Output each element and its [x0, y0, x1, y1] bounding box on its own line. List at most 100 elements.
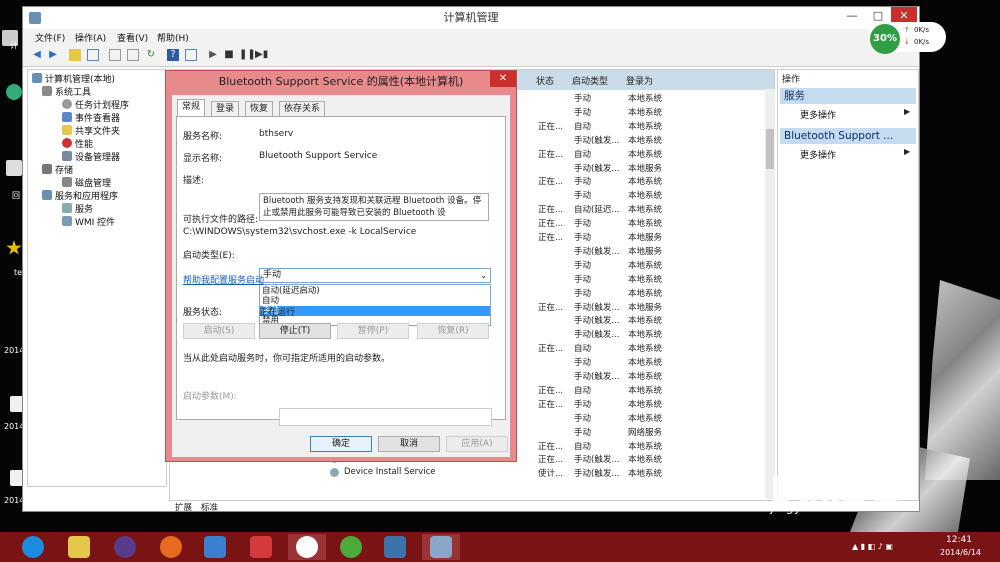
row-logon: 本地系统: [628, 260, 663, 271]
row-status: 正在...: [538, 233, 564, 243]
row-startup-type: 自动: [574, 149, 592, 160]
row-logon: 本地系统: [628, 121, 663, 132]
refresh-icon[interactable]: ↻: [145, 49, 157, 61]
tab-extended[interactable]: 扩展: [175, 501, 192, 513]
taskbar-media[interactable]: [106, 534, 144, 560]
menu-file[interactable]: 文件(F): [35, 31, 65, 44]
description-text[interactable]: Bluetooth 服务支持发现和关联远程 Bluetooth 设备。停止或禁用…: [259, 193, 489, 221]
tree-disk-management[interactable]: 磁盘管理: [62, 176, 111, 189]
tree-label: 系统工具: [55, 88, 92, 98]
dialog-close-button[interactable]: ✕: [490, 71, 516, 87]
action-more-2[interactable]: 更多操作: [800, 148, 836, 161]
properties-icon[interactable]: [109, 49, 121, 61]
taskbar-sogou[interactable]: [288, 534, 326, 560]
tab-logon[interactable]: 登录: [211, 101, 240, 116]
taskbar-explorer[interactable]: [60, 534, 98, 560]
menu-action[interactable]: 操作(A): [75, 31, 106, 44]
taskbar-parrot[interactable]: [332, 534, 370, 560]
row-status: 正在...: [538, 219, 564, 230]
start-params-hint: 当从此处启动服务时，你可指定所适用的启动参数。: [183, 354, 391, 364]
arrow-right-icon: ▶: [904, 107, 911, 116]
tree-services[interactable]: 服务: [62, 202, 93, 215]
tray-icons[interactable]: ▲ ▮ ◧ ♪ ▣: [852, 542, 893, 551]
tree-event-viewer[interactable]: 事件查看器: [62, 111, 120, 124]
row-startup-type: 手动: [574, 177, 592, 188]
clock-date[interactable]: 2014/6/14: [940, 548, 981, 557]
action-more-1[interactable]: 更多操作: [800, 108, 836, 121]
display-name-value: Bluetooth Support Service: [259, 151, 378, 161]
tab-recovery[interactable]: 恢复: [245, 101, 274, 116]
tree-system-tools[interactable]: 系统工具: [42, 85, 91, 98]
dialog-title[interactable]: Bluetooth Support Service 的属性(本地计算机): [166, 71, 516, 93]
start-button[interactable]: 启动(S): [183, 323, 255, 339]
scroll-thumb[interactable]: [766, 129, 774, 169]
row-logon: 本地系统: [628, 344, 663, 355]
tree-label: 计算机管理(本地): [45, 75, 116, 85]
pause-service-icon[interactable]: ❚❚: [239, 49, 256, 61]
column-startup-type[interactable]: 启动类型: [572, 74, 608, 87]
desktop-icon-recycle[interactable]: [6, 160, 22, 176]
network-gauge[interactable]: 30% ↑ 0K/s ↓ 0K/s: [868, 22, 946, 54]
pause-button[interactable]: 暂停(P): [337, 323, 409, 339]
apply-button[interactable]: 应用(A): [446, 436, 508, 452]
vertical-scrollbar[interactable]: [765, 89, 775, 499]
stop-service-icon[interactable]: ■: [223, 49, 235, 61]
row-logon: 本地系统: [628, 288, 663, 299]
row-startup-type: 手动(触发...: [574, 246, 620, 257]
upload-speed: 0K/s: [914, 26, 930, 34]
tree-device-manager[interactable]: 设备管理器: [62, 150, 120, 163]
row-status: 正在...: [538, 385, 564, 396]
tree-shared-folders[interactable]: 共享文件夹: [62, 124, 120, 137]
tree-services-apps[interactable]: 服务和应用程序: [42, 189, 118, 202]
help-icon[interactable]: ?: [167, 49, 179, 61]
tree-wmi[interactable]: WMI 控件: [62, 215, 115, 228]
row-status: 正在...: [538, 399, 564, 410]
start-params-input[interactable]: [279, 408, 492, 426]
taskbar-tool[interactable]: [242, 534, 280, 560]
taskbar-firefox[interactable]: [152, 534, 190, 560]
tree-task-scheduler[interactable]: 任务计划程序: [62, 98, 129, 111]
clock-time[interactable]: 12:41: [946, 535, 972, 545]
taskbar-ie[interactable]: [14, 534, 52, 560]
tree-storage[interactable]: 存储: [42, 163, 73, 176]
menu-view[interactable]: 查看(V): [117, 31, 148, 44]
tree-label: 设备管理器: [75, 153, 121, 163]
restart-service-icon[interactable]: ▶▮: [255, 49, 268, 61]
stop-button[interactable]: 停止(T): [259, 323, 331, 339]
desktop-icon-network[interactable]: [6, 84, 22, 100]
show-tree-icon[interactable]: [87, 49, 99, 61]
menubar: 文件(F) 操作(A) 查看(V) 帮助(H): [23, 29, 919, 45]
display-name-label: 显示名称:: [183, 154, 223, 164]
tab-dependencies[interactable]: 依存关系: [279, 101, 326, 116]
minimize-button[interactable]: —: [839, 7, 865, 25]
window-titlebar[interactable]: 计算机管理 — □ ✕: [23, 7, 919, 29]
row-startup-type: 手动(触发...: [574, 302, 620, 313]
menu-help[interactable]: 帮助(H): [157, 31, 189, 44]
back-icon[interactable]: ◀: [31, 49, 43, 61]
tree-performance[interactable]: 性能: [62, 137, 93, 150]
column-status[interactable]: 状态: [536, 74, 554, 87]
action-section-services[interactable]: 服务: [780, 88, 916, 104]
star-icon[interactable]: [6, 240, 22, 255]
start-service-icon[interactable]: ▶: [207, 49, 219, 61]
resume-button[interactable]: 恢复(R): [417, 323, 489, 339]
help-configure-link[interactable]: 帮助我配置服务启动: [183, 273, 264, 286]
export-icon[interactable]: [127, 49, 139, 61]
taskbar-app[interactable]: [196, 534, 234, 560]
shared-folder-icon: [62, 125, 72, 135]
taskbar-python[interactable]: [376, 534, 414, 560]
ok-button[interactable]: 确定: [310, 436, 372, 452]
startup-type-select[interactable]: 手动 ⌄: [259, 268, 491, 283]
action-section-bluetooth[interactable]: Bluetooth Support ...: [780, 128, 916, 144]
tab-standard[interactable]: 标准: [201, 501, 218, 513]
action-pane-icon[interactable]: [185, 49, 197, 61]
tab-general[interactable]: 常规: [177, 99, 206, 117]
tree-root[interactable]: 计算机管理(本地): [32, 72, 115, 85]
forward-icon[interactable]: ▶: [47, 49, 59, 61]
cancel-button[interactable]: 取消: [378, 436, 440, 452]
option-auto-delayed[interactable]: 自动(延迟启动): [260, 286, 490, 296]
up-folder-icon[interactable]: [69, 49, 81, 61]
column-logon[interactable]: 登录为: [626, 74, 653, 87]
taskbar-computer-management[interactable]: [422, 534, 460, 560]
crystal-image: [925, 280, 1000, 480]
